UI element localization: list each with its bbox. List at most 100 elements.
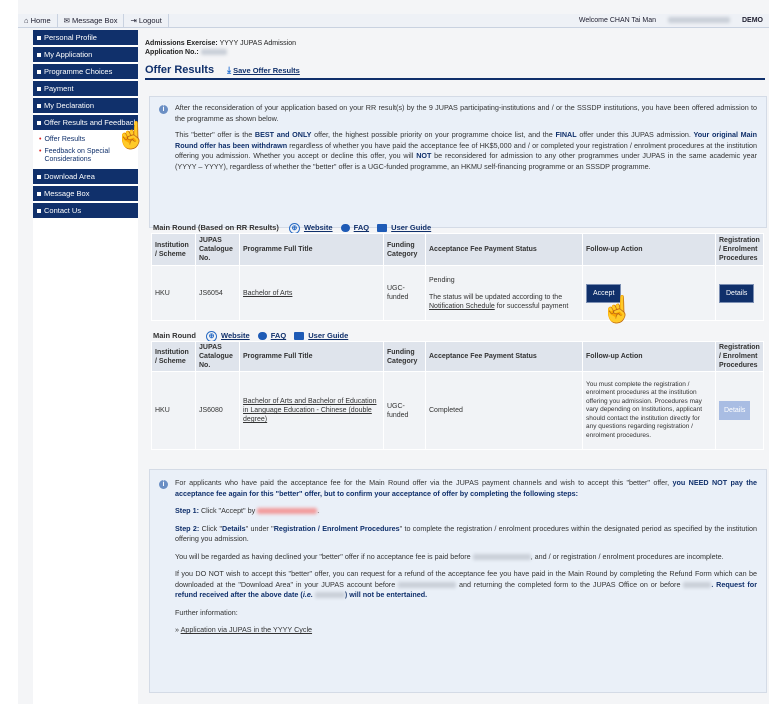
col-payment-status: Acceptance Fee Payment Status — [425, 341, 583, 372]
sidebar-item-label: Programme Choices — [44, 67, 113, 76]
exercise-value: YYYY JUPAS Admission — [219, 40, 296, 47]
user-guide-link[interactable]: User Guide — [391, 223, 431, 232]
cell-programme[interactable]: Bachelor of Arts and Bachelor of Educati… — [239, 371, 384, 450]
square-bullet-icon — [37, 175, 41, 180]
col-payment-status: Acceptance Fee Payment Status — [425, 233, 583, 266]
message-box-link[interactable]: ✉ Message Box — [58, 14, 125, 27]
cell-funding: UGC-funded — [383, 265, 426, 321]
col-catalogue: JUPAS Catalogue No. — [195, 233, 240, 266]
info-box-instructions: i For applicants who have paid the accep… — [149, 469, 767, 693]
sidebar-item-my-application[interactable]: My Application — [33, 47, 138, 64]
home-link[interactable]: ⌂ Home — [18, 14, 58, 27]
website-link[interactable]: Website — [304, 223, 333, 232]
logout-label: Logout — [138, 16, 162, 25]
info-box-offer: i After the reconsideration of your appl… — [149, 96, 767, 228]
website-link[interactable]: Website — [221, 331, 250, 340]
redacted-info — [662, 14, 736, 27]
application-no-label: Application No.: — [145, 49, 199, 56]
square-bullet-icon — [37, 209, 41, 214]
col-follow-up: Follow-up Action — [582, 341, 716, 372]
sidebar-item-label: Personal Profile — [44, 33, 97, 42]
col-registration: Registration / Enrolment Procedures — [715, 341, 764, 372]
save-offer-results-link[interactable]: Save Offer Results — [233, 66, 300, 75]
info-icon: i — [159, 105, 168, 114]
further-info-link-row: » Application via JUPAS in the YYYY Cycl… — [175, 625, 313, 634]
faq-link[interactable]: FAQ — [271, 331, 286, 340]
cell-funding: UGC-funded — [383, 371, 426, 450]
info-paragraph-1: After the reconsideration of your applic… — [175, 103, 757, 123]
faq-icon — [340, 224, 350, 233]
sidebar-item-label: Message Box — [44, 189, 90, 198]
table2-title: Main Round — [153, 331, 196, 340]
info-paragraph-2: This "better" offer is the BEST and ONLY… — [175, 130, 758, 171]
sidebar-item-my-declaration[interactable]: My Declaration — [33, 98, 138, 115]
cell-follow-up: You must complete the registration / enr… — [582, 371, 716, 450]
sidebar-item-personal-profile[interactable]: Personal Profile — [33, 30, 138, 47]
pointing-hand-icon: ☝ — [601, 294, 634, 324]
cell-programme[interactable]: Bachelor of Arts — [239, 265, 384, 321]
col-follow-up: Follow-up Action — [582, 233, 716, 266]
sidebar-item-contact-us[interactable]: Contact Us — [33, 203, 138, 220]
programme-link[interactable]: Bachelor of Arts — [243, 290, 292, 297]
square-bullet-icon — [37, 192, 41, 197]
application-no-value — [200, 49, 227, 56]
sidebar-item-programme-choices[interactable]: Programme Choices — [33, 64, 138, 81]
admission-meta: Admissions Exercise: YYYY JUPAS Admissio… — [145, 39, 769, 57]
cell-payment-status: Completed — [425, 371, 583, 450]
user-guide-link[interactable]: User Guide — [308, 331, 348, 340]
sidebar-item-download-area[interactable]: Download Area — [33, 169, 138, 186]
cell-institution: HKU — [151, 371, 196, 450]
welcome-text: Welcome CHAN Tai Man — [578, 17, 656, 24]
square-bullet-icon — [37, 104, 41, 109]
pointing-hand-icon: ☝ — [115, 120, 148, 150]
sidebar-subitem-label: Offer Results — [44, 136, 86, 143]
col-programme: Programme Full Title — [239, 233, 384, 266]
col-registration: Registration / Enrolment Procedures — [715, 233, 764, 266]
programme-link[interactable]: Bachelor of Arts and Bachelor of Educati… — [243, 398, 376, 423]
table-row: HKU JS6054 Bachelor of Arts UGC-funded P… — [151, 265, 764, 321]
sidebar-item-label: My Application — [44, 50, 93, 59]
instruction-paragraph-3: You will be regarded as having declined … — [175, 551, 724, 561]
notification-schedule-link[interactable]: Notification Schedule — [429, 303, 495, 310]
download-icon: ⤓ — [227, 65, 232, 75]
message-box-label: Message Box — [72, 16, 118, 25]
cell-catalogue: JS6054 — [195, 265, 240, 321]
instruction-paragraph-4: If you DO NOT wish to accept this "bette… — [175, 569, 757, 599]
cell-institution: HKU — [151, 265, 196, 321]
col-institution: Institution / Scheme — [151, 233, 196, 266]
cell-registration: Details — [715, 265, 764, 321]
user-guide-icon — [294, 332, 305, 341]
user-guide-icon — [377, 224, 388, 233]
sidebar-item-message-box[interactable]: Message Box — [33, 186, 138, 203]
logout-link[interactable]: ⇥ Logout — [124, 14, 169, 27]
page-title-text: Offer Results — [145, 64, 215, 76]
application-via-jupas-link[interactable]: Application via JUPAS in the YYYY Cycle — [181, 625, 312, 634]
sidebar-item-label: Download Area — [44, 172, 95, 181]
square-bullet-icon — [37, 70, 41, 75]
further-info-label: Further information: — [175, 607, 238, 617]
col-funding: Funding Category — [383, 341, 426, 372]
cell-payment-status: Pending The status will be updated accord… — [425, 265, 583, 321]
sidebar-item-label: Contact Us — [44, 206, 82, 215]
col-programme: Programme Full Title — [239, 341, 384, 372]
col-funding: Funding Category — [383, 233, 426, 266]
col-institution: Institution / Scheme — [151, 341, 196, 372]
details-button[interactable]: Details — [719, 283, 755, 303]
status-note: The status will be updated according to … — [429, 293, 569, 310]
cell-registration: Details — [715, 371, 764, 450]
status-pending: Pending — [429, 276, 455, 284]
exercise-label: Admissions Exercise: — [145, 40, 218, 47]
table-row: HKU JS6080 Bachelor of Arts and Bachelor… — [151, 371, 764, 450]
faq-icon — [257, 332, 267, 341]
step-1: Step 1: Click "Accept" by . — [175, 506, 320, 515]
col-catalogue: JUPAS Catalogue No. — [195, 341, 240, 372]
sidebar-item-label: My Declaration — [44, 101, 95, 110]
cell-catalogue: JS6080 — [195, 371, 240, 450]
main-content: Admissions Exercise: YYYY JUPAS Admissio… — [145, 30, 769, 704]
square-bullet-icon — [37, 36, 41, 41]
square-bullet-icon — [37, 87, 41, 92]
step-2: Step 2: Click "Details" under "Registrat… — [175, 523, 758, 544]
sidebar-item-payment[interactable]: Payment — [33, 81, 138, 98]
faq-link[interactable]: FAQ — [354, 223, 369, 232]
demo-badge: DEMO — [742, 17, 763, 24]
